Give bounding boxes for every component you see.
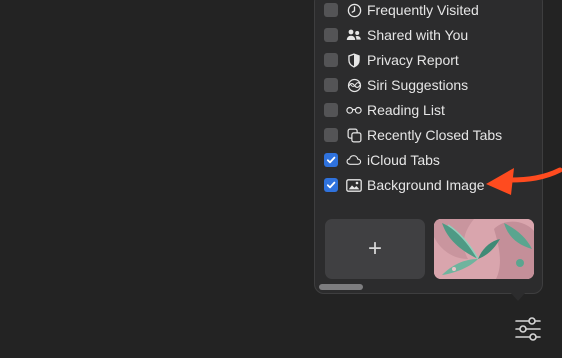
frequently-visited-checkbox[interactable] [324, 3, 338, 17]
tabs-icon [346, 127, 362, 143]
background-image-thumbnail[interactable] [434, 219, 534, 279]
reading-list-checkbox[interactable] [324, 103, 338, 117]
menu-item-shared-with-you[interactable]: Shared with You [324, 24, 534, 46]
cloud-icon [346, 152, 362, 168]
menu-item-recently-closed-tabs[interactable]: Recently Closed Tabs [324, 124, 534, 146]
popover-tail [510, 292, 526, 301]
icloud-tabs-checkbox[interactable] [324, 153, 338, 167]
people-icon [346, 27, 362, 43]
checkmark-icon [326, 181, 336, 189]
menu-item-label: iCloud Tabs [367, 152, 440, 168]
plus-icon: + [367, 235, 382, 262]
horizontal-scrollbar[interactable] [319, 284, 363, 290]
privacy-report-checkbox[interactable] [324, 53, 338, 67]
add-background-image-button[interactable]: + [325, 219, 425, 279]
recently-closed-tabs-checkbox[interactable] [324, 128, 338, 142]
clock-icon [346, 2, 362, 18]
photo-icon [346, 177, 362, 193]
menu-item-reading-list[interactable]: Reading List [324, 99, 534, 121]
arrow-annotation-icon [486, 167, 562, 195]
checkmark-icon [326, 156, 336, 164]
start-page-customize-popover: Frequently Visited Shared with You Priva… [314, 0, 543, 294]
menu-item-siri-suggestions[interactable]: Siri Suggestions [324, 74, 534, 96]
menu-item-label: Background Image [367, 177, 485, 193]
customize-settings-icon[interactable] [514, 317, 542, 341]
menu-item-label: Recently Closed Tabs [367, 127, 503, 143]
menu-item-privacy-report[interactable]: Privacy Report [324, 49, 534, 71]
glasses-icon [346, 102, 362, 118]
menu-item-label: Privacy Report [367, 52, 459, 68]
menu-item-label: Reading List [367, 102, 445, 118]
menu-item-label: Shared with You [367, 27, 469, 43]
shield-icon [346, 52, 362, 68]
siri-icon [346, 77, 362, 93]
menu-item-label: Frequently Visited [367, 2, 479, 18]
siri-suggestions-checkbox[interactable] [324, 78, 338, 92]
shared-with-you-checkbox[interactable] [324, 28, 338, 42]
menu-item-frequently-visited[interactable]: Frequently Visited [324, 0, 534, 21]
menu-item-label: Siri Suggestions [367, 77, 469, 93]
background-image-checkbox[interactable] [324, 178, 338, 192]
